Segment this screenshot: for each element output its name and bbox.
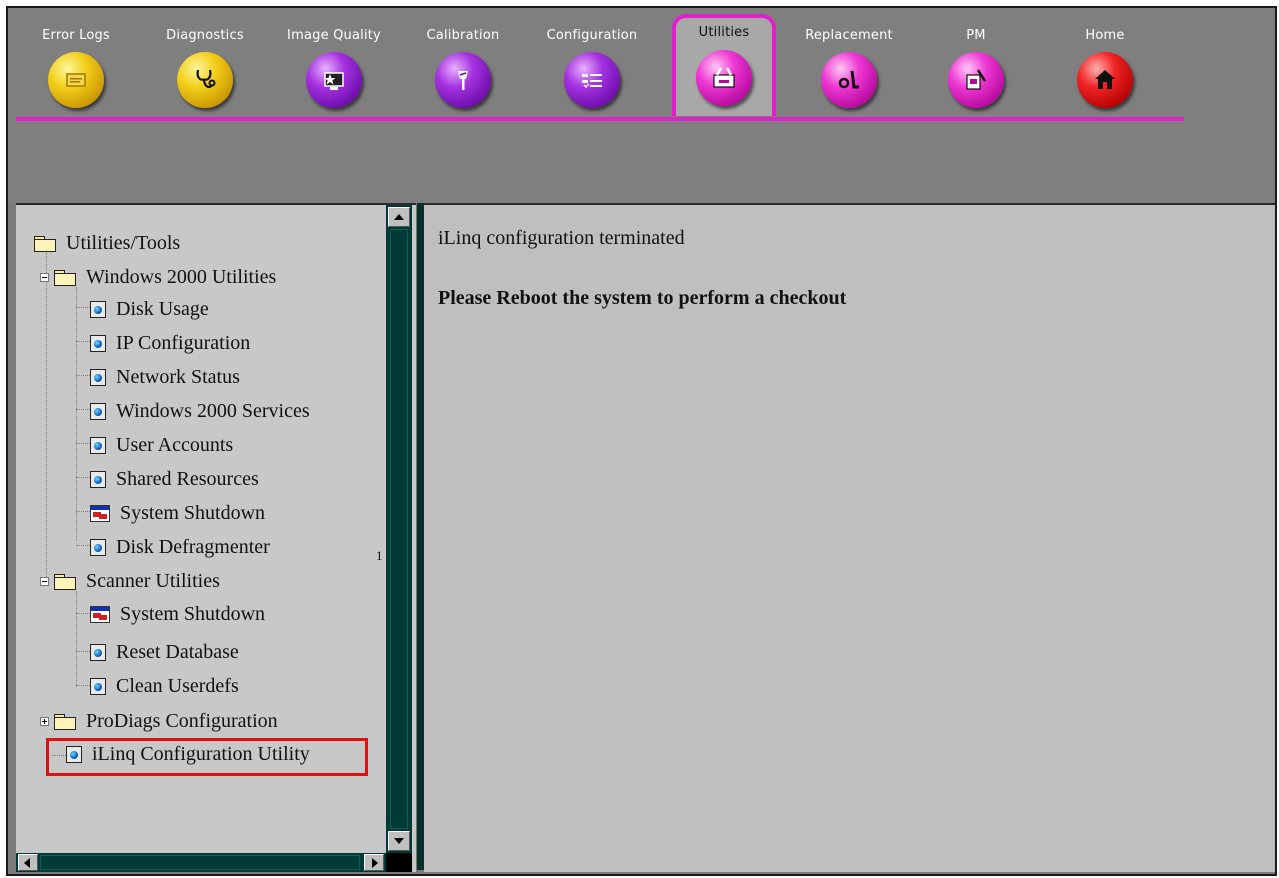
tree-item-user-accounts[interactable]: User Accounts xyxy=(90,433,233,457)
scroll-down-button[interactable] xyxy=(388,831,410,851)
scroll-up-button[interactable] xyxy=(388,207,410,227)
utility-page-icon xyxy=(90,436,106,454)
utility-page-icon xyxy=(90,402,106,420)
horizontal-scroll-thumb[interactable] xyxy=(40,855,360,870)
application-window-icon xyxy=(90,504,110,522)
tab-label: Replacement xyxy=(805,28,893,43)
tree-root[interactable]: Utilities/Tools xyxy=(34,231,180,255)
selection-highlight-box xyxy=(46,738,368,776)
content-panel: iLinq configuration terminated Please Re… xyxy=(424,203,1275,872)
tree-item-disk-usage[interactable]: Disk Usage xyxy=(90,297,209,321)
tree-item-ip-configuration[interactable]: IP Configuration xyxy=(90,331,250,355)
scroll-thumb[interactable] xyxy=(390,229,408,829)
utility-page-icon xyxy=(90,538,106,556)
tab-label: Home xyxy=(1085,28,1125,43)
home-icon[interactable] xyxy=(1077,52,1133,108)
tab-utilities[interactable]: Utilities xyxy=(672,14,776,116)
tree-item-disk-defragmenter[interactable]: Disk Defragmenter xyxy=(90,535,270,559)
tree-item-windows-services[interactable]: Windows 2000 Services xyxy=(90,399,310,423)
tree-item-reset-database[interactable]: Reset Database xyxy=(90,640,239,664)
expand-toggle[interactable] xyxy=(40,716,49,726)
tab-label: Calibration xyxy=(426,28,500,43)
reboot-instruction: Please Reboot the system to perform a ch… xyxy=(438,287,847,309)
stray-mark: 1 xyxy=(376,548,383,563)
application-window-icon xyxy=(90,605,110,623)
utility-page-icon xyxy=(90,334,106,352)
utility-page-icon xyxy=(90,300,106,318)
tree-group-scanner-utilities[interactable]: Scanner Utilities xyxy=(40,569,220,593)
tree-item-clean-userdefs[interactable]: Clean Userdefs xyxy=(90,674,239,698)
folder-closed-icon xyxy=(54,713,76,730)
tree-group-windows-utilities[interactable]: Windows 2000 Utilities xyxy=(40,265,276,289)
tab-underline xyxy=(16,117,1184,121)
folder-open-icon xyxy=(54,573,76,590)
scrollbar-corner xyxy=(386,853,412,872)
collapse-toggle[interactable] xyxy=(40,576,49,586)
tree-item-network-status[interactable]: Network Status xyxy=(90,365,240,389)
tab-calibration[interactable]: Calibration xyxy=(413,16,513,116)
folder-open-icon xyxy=(54,269,76,286)
top-toolbar: Error Logs Diagnostics Image Quality Cal… xyxy=(8,8,1275,203)
stethoscope-icon[interactable] xyxy=(177,52,233,108)
tab-label: PM xyxy=(966,28,986,43)
tab-label: Configuration xyxy=(546,28,638,43)
utility-page-icon xyxy=(90,677,106,695)
utility-page-icon xyxy=(90,643,106,661)
utility-page-icon xyxy=(90,368,106,386)
utilities-window: Error Logs Diagnostics Image Quality Cal… xyxy=(6,6,1277,876)
tree-panel: Utilities/Tools Windows 2000 Utilities D… xyxy=(16,203,416,872)
tree-group-prodiags-configuration[interactable]: ProDiags Configuration xyxy=(40,709,278,733)
collapse-toggle[interactable] xyxy=(40,272,49,282)
vertical-scrollbar[interactable] xyxy=(386,205,412,853)
tree-item-scanner-system-shutdown[interactable]: System Shutdown xyxy=(90,602,265,626)
horizontal-scrollbar[interactable] xyxy=(16,853,386,872)
tab-image-quality[interactable]: Image Quality xyxy=(284,16,384,116)
image-quality-icon[interactable] xyxy=(306,52,362,108)
tab-pm[interactable]: PM xyxy=(926,16,1026,116)
tab-label: Error Logs xyxy=(42,28,110,43)
status-message: iLinq configuration terminated xyxy=(438,227,685,249)
tab-label: Diagnostics xyxy=(166,28,244,43)
tab-label: Utilities xyxy=(698,25,750,40)
scroll-left-button[interactable] xyxy=(18,854,38,871)
calibration-icon[interactable] xyxy=(435,52,491,108)
scroll-right-button[interactable] xyxy=(364,854,384,871)
tab-diagnostics[interactable]: Diagnostics xyxy=(155,16,255,116)
utilities-tree: Utilities/Tools Windows 2000 Utilities D… xyxy=(16,205,386,853)
replacement-icon[interactable] xyxy=(821,52,877,108)
tab-replacement[interactable]: Replacement xyxy=(799,16,899,116)
tab-home[interactable]: Home xyxy=(1055,16,1155,116)
tree-item-shared-resources[interactable]: Shared Resources xyxy=(90,467,259,491)
configuration-icon[interactable] xyxy=(564,52,620,108)
tree-item-system-shutdown[interactable]: System Shutdown xyxy=(90,501,265,525)
utility-page-icon xyxy=(90,470,106,488)
tab-error-logs[interactable]: Error Logs xyxy=(26,16,126,116)
error-logs-icon[interactable] xyxy=(48,52,104,108)
pm-icon[interactable] xyxy=(948,52,1004,108)
utilities-toolbox-icon[interactable] xyxy=(696,50,752,106)
folder-open-icon xyxy=(34,235,56,252)
tab-configuration[interactable]: Configuration xyxy=(542,16,642,116)
tab-label: Image Quality xyxy=(287,28,381,43)
